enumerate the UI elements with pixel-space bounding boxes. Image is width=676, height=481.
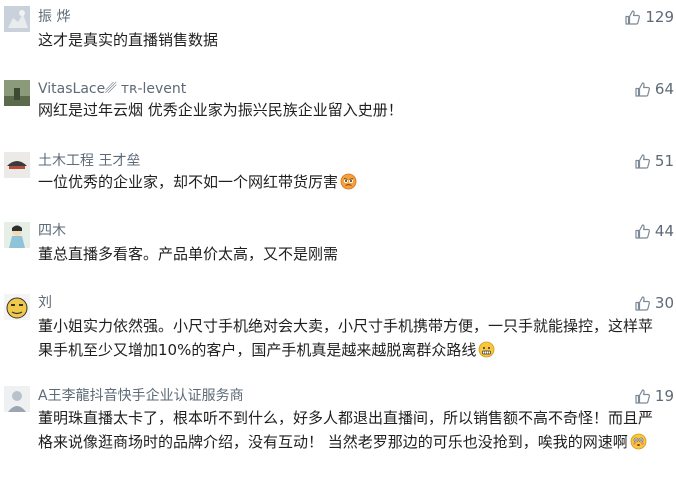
like-button[interactable]: 30 (634, 294, 674, 312)
comment-username[interactable]: 振 烨 (38, 8, 70, 26)
like-count: 44 (654, 222, 674, 240)
comment-item: A王李龍抖音快手企业认证服务商 董明珠直播太卡了，根本听不到什么，好多人都退出直… (0, 380, 676, 481)
thumbs-up-icon (635, 81, 650, 97)
comment-text: 一位优秀的企业家，却不如一个网红带货厉害 (38, 170, 666, 194)
like-button[interactable]: 129 (624, 8, 674, 26)
angry-face-icon (340, 173, 357, 190)
comment-text: 网红是过年云烟 优秀企业家为振兴民族企业留入史册！ (38, 101, 403, 119)
comment-username[interactable]: 刘 (38, 294, 52, 312)
like-button[interactable]: 44 (634, 222, 674, 240)
thumbs-up-icon (635, 295, 650, 311)
comment-username[interactable]: VitasLace␥ ᴛʀ-levent (38, 80, 186, 98)
comment-text: 董总直播多看客。产品单价太高，又不是刚需 (38, 245, 339, 263)
thumbs-up-icon (635, 223, 650, 239)
comment-text: 董小姐实力依然强。小尺寸手机绝对会大卖，小尺寸手机携带方便，一只手就能操控，这样… (38, 317, 654, 359)
avatar[interactable] (4, 294, 30, 320)
avatar[interactable] (4, 386, 30, 412)
thumbs-up-icon (635, 153, 650, 169)
avatar[interactable] (4, 222, 30, 248)
comment-item: VitasLace␥ ᴛʀ-levent 网红是过年云烟 优秀企业家为振兴民族企… (0, 74, 676, 136)
like-button[interactable]: 64 (634, 80, 674, 98)
comment-item: 四木 董总直播多看客。产品单价太高，又不是刚需 44 (0, 216, 676, 280)
grimace-face-icon (478, 341, 495, 358)
comment-item: 土木工程 王才垒 一位优秀的企业家，却不如一个网红带货厉害 51 (0, 146, 676, 210)
avatar[interactable] (4, 152, 30, 178)
flushed-face-icon (630, 433, 647, 450)
comment-text: 董明珠直播太卡了，根本听不到什么，好多人都退出直播间，所以销售额不高不奇怪！而且… (38, 409, 654, 451)
avatar[interactable] (4, 6, 30, 32)
avatar[interactable] (4, 80, 30, 106)
comment-username[interactable]: A王李龍抖音快手企业认证服务商 (38, 387, 244, 405)
comment-item: 刘 董小姐实力依然强。小尺寸手机绝对会大卖，小尺寸手机携带方便，一只手就能操控，… (0, 288, 676, 380)
like-count: 129 (645, 8, 674, 26)
like-count: 64 (654, 80, 674, 98)
like-count: 51 (654, 152, 674, 170)
thumbs-up-icon (635, 388, 650, 404)
comment-username[interactable]: 土木工程 王才垒 (38, 152, 140, 170)
like-count: 19 (654, 387, 674, 405)
like-button[interactable]: 51 (634, 152, 674, 170)
like-button[interactable]: 19 (634, 387, 674, 405)
comment-item: 振 烨 这才是真实的直播销售数据 129 (0, 0, 676, 62)
comment-username[interactable]: 四木 (38, 222, 66, 240)
thumbs-up-icon (625, 9, 641, 25)
like-count: 30 (654, 294, 674, 312)
comment-text: 这才是真实的直播销售数据 (38, 31, 219, 49)
